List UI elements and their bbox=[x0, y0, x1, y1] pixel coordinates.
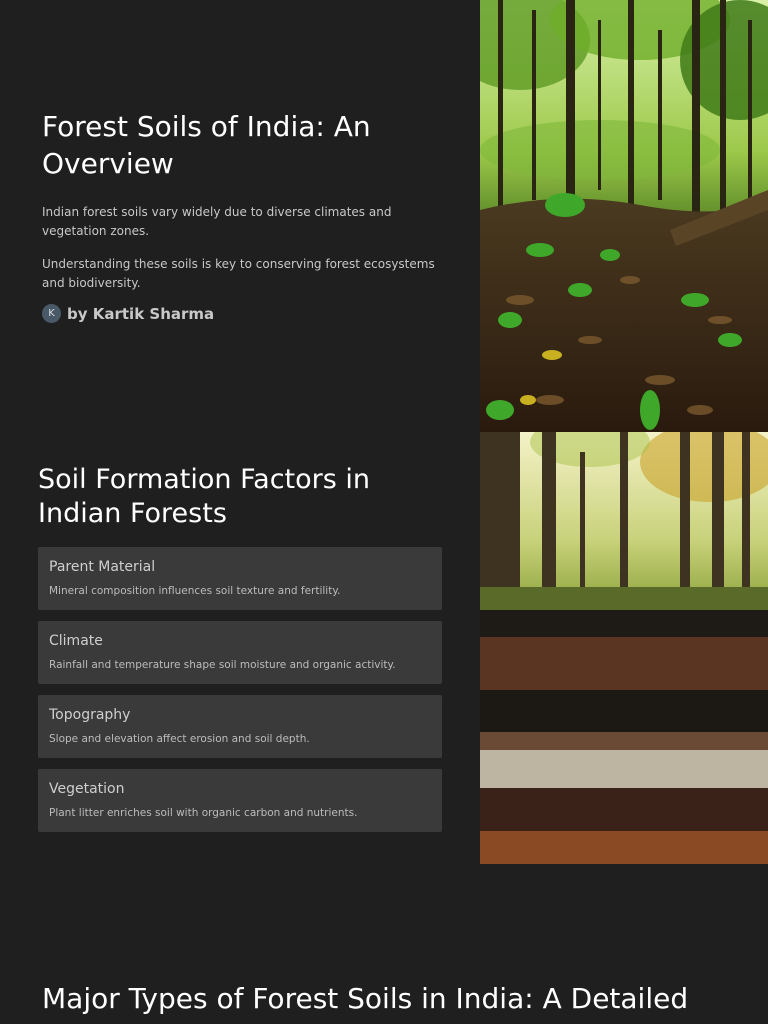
card-text: Mineral composition influences soil text… bbox=[49, 585, 341, 597]
factor-card-parent-material: Parent Material Mineral composition infl… bbox=[38, 547, 442, 610]
author-byline: K by Kartik Sharma bbox=[42, 304, 442, 323]
card-title: Parent Material bbox=[49, 559, 156, 575]
card-title: Vegetation bbox=[49, 781, 125, 797]
factor-cards: Parent Material Mineral composition infl… bbox=[38, 547, 442, 832]
factor-card-topography: Topography Slope and elevation affect er… bbox=[38, 695, 442, 758]
soil-factors-section: Soil Formation Factors in Indian Forests… bbox=[38, 463, 442, 843]
section-title: Soil Formation Factors in Indian Forests bbox=[38, 464, 371, 529]
author-name: by Kartik Sharma bbox=[67, 304, 215, 323]
card-title: Climate bbox=[49, 633, 103, 649]
major-soil-types-section: Major Types of Forest Soils in India: A … bbox=[42, 980, 742, 1018]
section-title: Major Types of Forest Soils in India: A … bbox=[42, 982, 689, 1015]
forest-floor-image bbox=[480, 0, 768, 432]
card-text: Slope and elevation affect erosion and s… bbox=[49, 733, 310, 745]
soil-profile-image bbox=[480, 432, 768, 864]
card-text: Rainfall and temperature shape soil mois… bbox=[49, 659, 396, 671]
intro-paragraph: Indian forest soils vary widely due to d… bbox=[42, 205, 392, 238]
overview-text: Forest Soils of India: An Overview India… bbox=[42, 108, 442, 323]
card-title: Topography bbox=[49, 707, 131, 723]
factor-card-climate: Climate Rainfall and temperature shape s… bbox=[38, 621, 442, 684]
avatar: K bbox=[42, 304, 61, 323]
card-text: Plant litter enriches soil with organic … bbox=[49, 807, 358, 819]
importance-paragraph: Understanding these soils is key to cons… bbox=[42, 257, 435, 290]
factor-card-vegetation: Vegetation Plant litter enriches soil wi… bbox=[38, 769, 442, 832]
page-title: Forest Soils of India: An Overview bbox=[42, 110, 371, 180]
